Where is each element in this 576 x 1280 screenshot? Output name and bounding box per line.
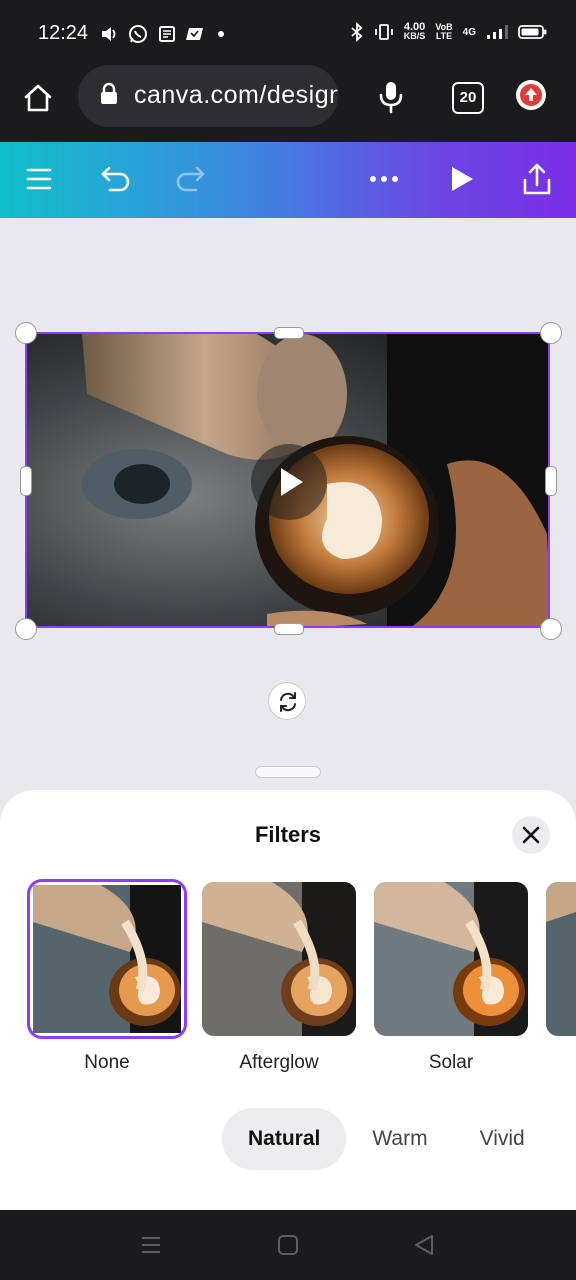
filter-thumb-afterglow[interactable] bbox=[202, 882, 356, 1036]
recents-menu-icon[interactable] bbox=[140, 1235, 162, 1255]
filter-thumb-solar[interactable] bbox=[374, 882, 528, 1036]
home-square-icon[interactable] bbox=[277, 1234, 299, 1256]
more-notifications-dot bbox=[218, 31, 224, 37]
app-notification-icon bbox=[186, 28, 203, 40]
resize-handle-right[interactable] bbox=[545, 466, 557, 496]
filter-thumb-partial[interactable] bbox=[546, 882, 576, 1036]
signal-icon bbox=[487, 25, 508, 39]
rotate-button[interactable] bbox=[268, 682, 306, 720]
play-icon bbox=[281, 468, 303, 496]
menu-icon[interactable] bbox=[26, 166, 52, 192]
vibrate-icon bbox=[374, 24, 393, 40]
resize-handle-top-right[interactable] bbox=[540, 322, 562, 344]
update-icon[interactable] bbox=[516, 80, 546, 110]
rotate-icon bbox=[280, 692, 296, 712]
status-bar: 12:24 4.00 KB/S VoB LTE 4G bbox=[0, 0, 576, 68]
microphone-icon[interactable] bbox=[378, 80, 404, 114]
network-type: 4G bbox=[462, 26, 476, 38]
url-bar[interactable]: canva.com/design bbox=[78, 65, 338, 127]
sheet-drag-handle[interactable] bbox=[255, 766, 321, 778]
panel-title: Filters bbox=[254, 822, 322, 847]
news-icon bbox=[159, 26, 175, 42]
system-icons: 4.00 KB/S VoB LTE 4G bbox=[350, 22, 548, 42]
filter-label: None bbox=[84, 1052, 130, 1073]
resize-handle-bottom-left[interactable] bbox=[15, 618, 37, 640]
undo-icon[interactable] bbox=[100, 164, 132, 194]
tab-natural[interactable]: Natural bbox=[222, 1108, 347, 1170]
redo-icon[interactable] bbox=[174, 164, 206, 194]
resize-handle-top-left[interactable] bbox=[15, 322, 37, 344]
tab-switcher-button[interactable]: 20 bbox=[452, 82, 484, 114]
filter-preview-image bbox=[546, 882, 576, 1036]
volume-icon bbox=[102, 27, 116, 41]
notification-icons bbox=[100, 24, 226, 44]
resize-handle-left[interactable] bbox=[20, 466, 32, 496]
home-icon[interactable] bbox=[22, 82, 54, 114]
filter-label: Solar bbox=[428, 1052, 474, 1073]
filter-label: Afterglow bbox=[239, 1052, 319, 1073]
lock-icon bbox=[101, 82, 117, 104]
tab-warm[interactable]: Warm bbox=[346, 1108, 453, 1170]
close-button[interactable] bbox=[512, 816, 550, 854]
url-text: canva.com/design bbox=[134, 81, 338, 109]
play-video-button[interactable] bbox=[251, 444, 327, 520]
filter-preview-image bbox=[202, 882, 356, 1036]
filter-preview-image bbox=[33, 885, 181, 1033]
back-triangle-icon[interactable] bbox=[412, 1233, 436, 1257]
present-play-icon[interactable] bbox=[448, 164, 476, 194]
net-speed: 4.00 KB/S bbox=[403, 21, 426, 41]
tab-vivid[interactable]: Vivid bbox=[454, 1108, 551, 1170]
battery-icon bbox=[518, 25, 547, 39]
resize-handle-bottom-right[interactable] bbox=[540, 618, 562, 640]
whatsapp-icon bbox=[129, 25, 147, 43]
volte-indicator: VoB LTE bbox=[435, 22, 453, 41]
resize-handle-top[interactable] bbox=[274, 327, 304, 339]
system-navigation-bar bbox=[0, 1210, 576, 1280]
filter-category-tabs: Natural Warm Vivid bbox=[222, 1108, 551, 1170]
share-icon[interactable] bbox=[521, 162, 553, 196]
video-element[interactable] bbox=[25, 332, 550, 628]
filters-panel: Filters None Afterglow Solar Natural War… bbox=[0, 790, 576, 1210]
filter-preview-image bbox=[374, 882, 528, 1036]
close-icon bbox=[522, 826, 540, 844]
editor-toolbar bbox=[0, 142, 576, 218]
status-time: 12:24 bbox=[38, 22, 89, 44]
bluetooth-icon bbox=[351, 22, 363, 42]
resize-handle-bottom[interactable] bbox=[274, 623, 304, 635]
filter-thumb-none[interactable] bbox=[30, 882, 184, 1036]
more-icon[interactable] bbox=[368, 174, 400, 184]
